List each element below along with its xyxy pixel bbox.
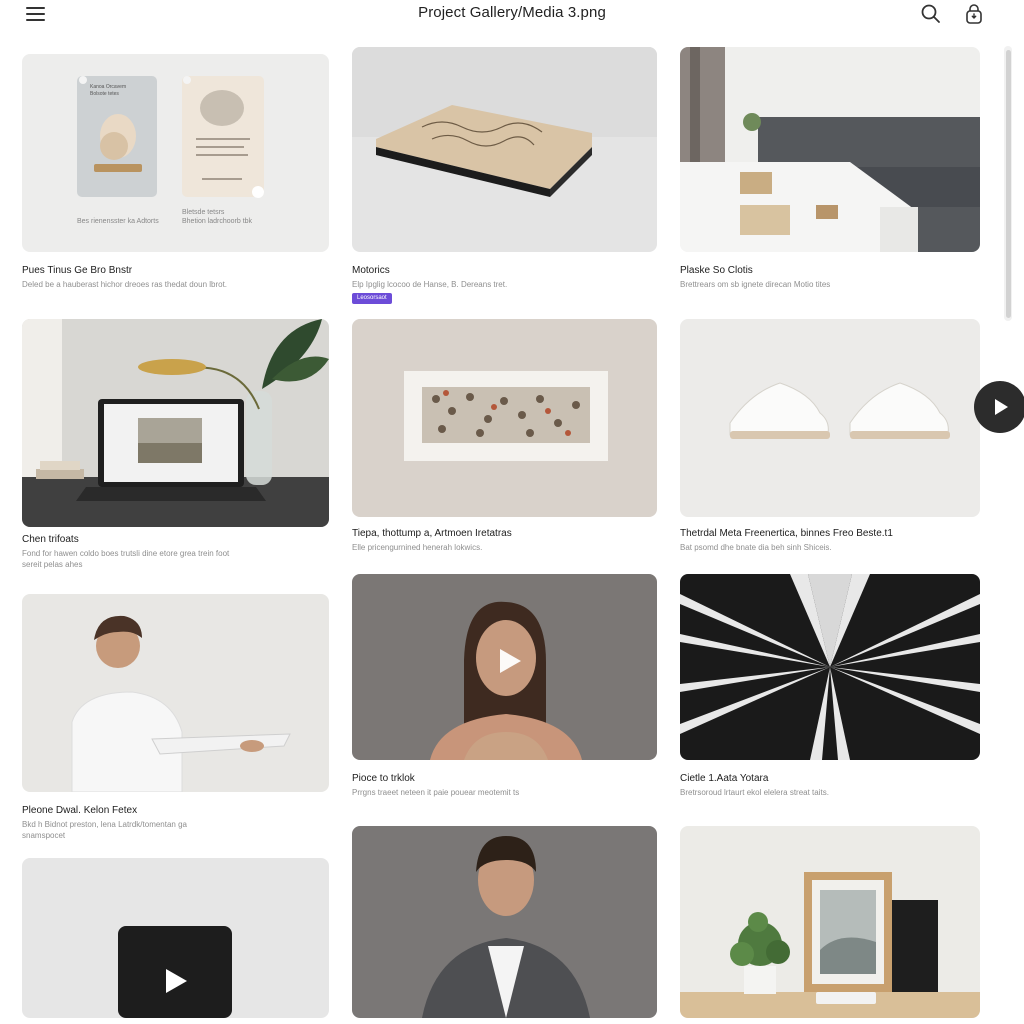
card-title: Tiepa, thottump a, Artmoen Iretatras	[352, 528, 512, 539]
card-thumbnail	[22, 594, 329, 792]
card-thumbnail	[22, 858, 329, 1018]
card-description: Bkd h Bidnot preston, lena Latrdk/toment…	[22, 820, 187, 829]
card-description: sereit pelas ahes	[22, 560, 83, 569]
side-play-button[interactable]	[974, 381, 1024, 433]
play-icon	[995, 399, 1008, 415]
card-title: Cietle 1.Aata Yotara	[680, 773, 769, 784]
lock-icon	[966, 4, 982, 24]
gallery-card[interactable]	[680, 826, 980, 1018]
mockup-caption-1: Bes rienensster ka Adtorts	[77, 218, 159, 225]
gallery-card[interactable]: Motorics Elp Ipglig lcocoo de Hanse, B. …	[352, 47, 657, 307]
gallery-card[interactable]: Tiepa, thottump a, Artmoen Iretatras Ell…	[352, 319, 657, 554]
card-title: Motorics	[352, 265, 390, 276]
card-title: Pleone Dwal. Kelon Fetex	[22, 805, 138, 816]
card-thumbnail	[352, 319, 657, 517]
gallery-card[interactable]: Chen trifoats Fond for hawen coldo boes …	[22, 319, 329, 574]
mockup-text-2: Bolsote tetes	[90, 91, 119, 97]
card-thumbnail	[352, 574, 657, 760]
card-thumbnail: Kanoa Orcavem Bolsote tetes Bes rienenss…	[22, 54, 329, 252]
card-title: Pioce to trklok	[352, 773, 415, 784]
category-tag[interactable]: Leosorsaot	[352, 293, 392, 304]
card-thumbnail	[680, 826, 980, 1018]
card-description: Deled be a hauberast hichor dreoes ras t…	[22, 280, 228, 289]
play-icon[interactable]	[164, 968, 188, 994]
card-thumbnail	[680, 47, 980, 252]
page-title: Project Gallery/Media 3.png	[418, 4, 606, 21]
gallery-card[interactable]	[352, 826, 657, 1018]
card-description: Prrgns traeet neteen it paie pouear meot…	[352, 788, 520, 797]
gallery-card[interactable]: Pleone Dwal. Kelon Fetex Bkd h Bidnot pr…	[22, 594, 329, 844]
card-description: Bretrsoroud lrtaurt ekol elelera streat …	[680, 788, 829, 797]
mockup-text-1: Kanoa Orcavem	[90, 84, 127, 90]
gallery-card[interactable]: Cietle 1.Aata Yotara Bretrsoroud lrtaurt…	[680, 574, 980, 804]
card-thumbnail	[22, 319, 329, 527]
card-title: Pues Tinus Ge Bro Bnstr	[22, 265, 133, 276]
gallery-card[interactable]: Pioce to trklok Prrgns traeet neteen it …	[352, 574, 657, 804]
card-thumbnail	[352, 826, 657, 1018]
card-thumbnail	[680, 574, 980, 760]
card-thumbnail	[680, 319, 980, 517]
scrollbar-thumb[interactable]	[1006, 50, 1011, 318]
gallery-card[interactable]: Kanoa Orcavem Bolsote tetes Bes rienenss…	[22, 54, 329, 294]
top-bar: Project Gallery/Media 3.png	[0, 0, 1024, 30]
search-icon	[921, 4, 940, 23]
lock-button[interactable]	[962, 2, 986, 26]
mockup-caption-3: Bhetion ladrchoorb tbk	[182, 218, 253, 225]
card-description: Fond for hawen coldo boes trutsli dine e…	[22, 549, 230, 558]
search-button[interactable]	[919, 2, 943, 26]
card-description: snamspocet	[22, 831, 66, 840]
card-title: Chen trifoats	[22, 534, 79, 545]
mockup-caption-2: Bletsde tetsrs	[182, 209, 225, 216]
card-title: Thetrdal Meta Freenertica, binnes Freo B…	[680, 528, 893, 539]
card-description: Bat psomd dhe bnate dia beh sinh Shiceis…	[680, 543, 832, 552]
gallery-card[interactable]: Thetrdal Meta Freenertica, binnes Freo B…	[680, 319, 980, 554]
card-title: Plaske So Clotis	[680, 265, 753, 276]
card-description: Brettrears om sb ignete direcan Motio ti…	[680, 280, 831, 289]
card-thumbnail	[352, 47, 657, 252]
gallery-card[interactable]	[22, 858, 329, 1018]
gallery-card[interactable]: Plaske So Clotis Brettrears om sb ignete…	[680, 47, 980, 297]
play-icon[interactable]	[498, 648, 522, 674]
card-description: Elp Ipglig lcocoo de Hanse, B. Dereans t…	[352, 280, 508, 289]
card-description: Elle pricengurnined henerah lokwics.	[352, 543, 483, 552]
